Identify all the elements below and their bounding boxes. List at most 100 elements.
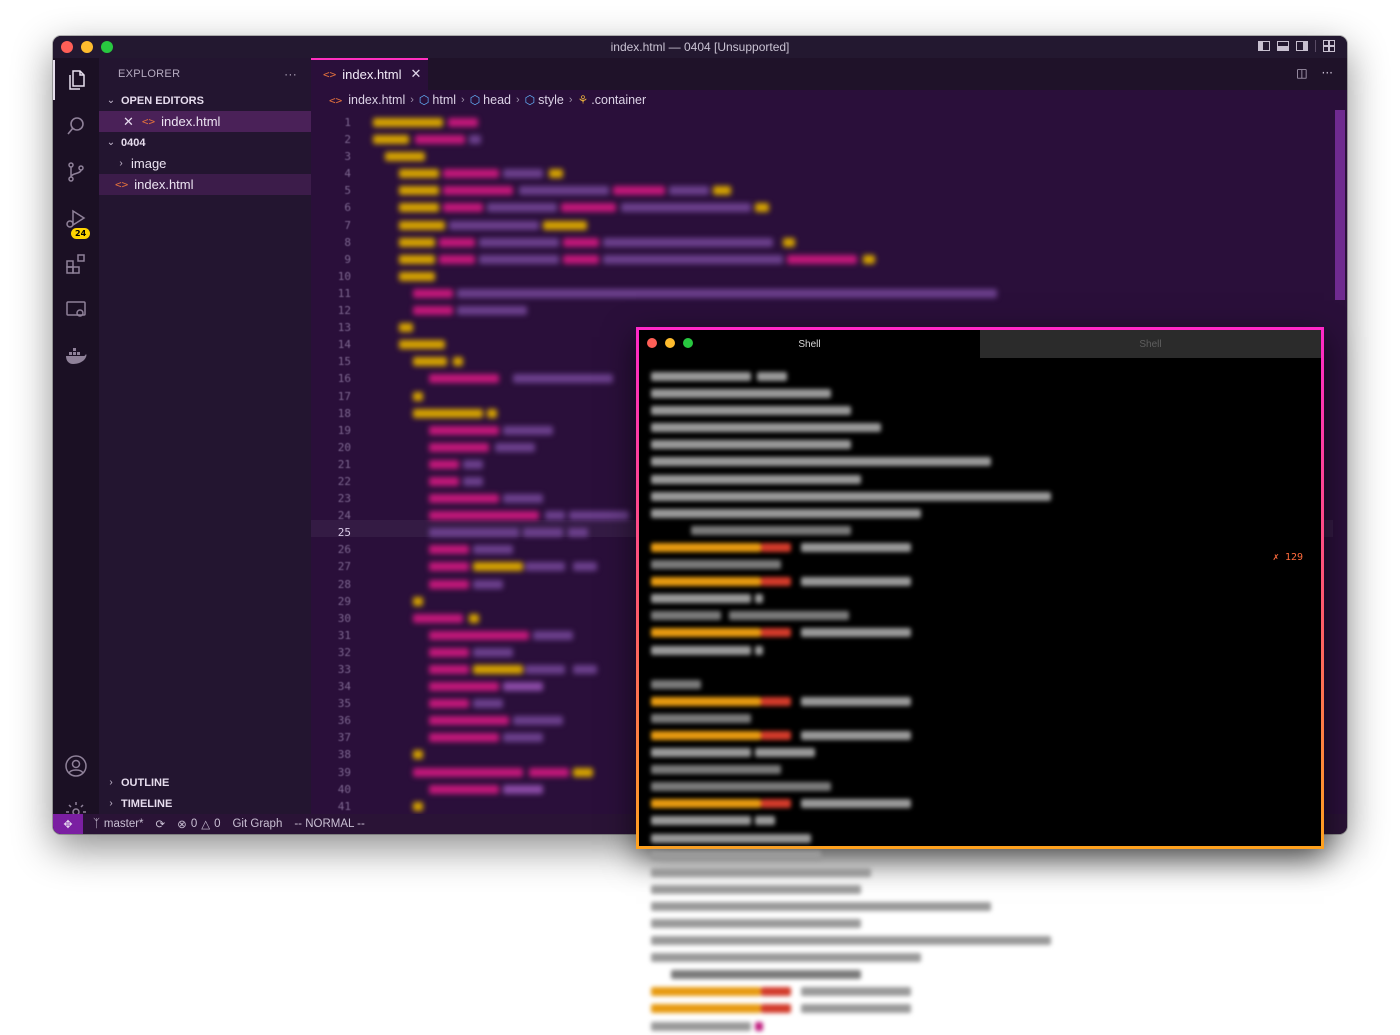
explorer-more-actions-icon[interactable]: ··· bbox=[284, 67, 297, 81]
terminal-line bbox=[651, 898, 1309, 915]
code-token bbox=[713, 186, 731, 196]
code-token bbox=[373, 118, 443, 127]
breadcrumb-item[interactable]: .container bbox=[591, 93, 646, 107]
minimize-window-button[interactable] bbox=[81, 41, 93, 53]
zoom-window-button[interactable] bbox=[101, 41, 113, 53]
code-token bbox=[453, 357, 463, 367]
editor-scrollbar[interactable] bbox=[1335, 110, 1345, 300]
toggle-panel-icon[interactable] bbox=[1277, 41, 1289, 51]
remote-indicator-icon[interactable]: ✥ bbox=[53, 814, 83, 834]
code-token bbox=[533, 630, 573, 640]
code-token bbox=[413, 801, 423, 811]
shell-close-button[interactable] bbox=[647, 338, 657, 348]
line-number: 36 bbox=[337, 714, 351, 728]
shell-zoom-button[interactable] bbox=[683, 338, 693, 348]
shell-tab-inactive[interactable]: Shell bbox=[980, 330, 1321, 358]
breadcrumb-item[interactable]: html bbox=[432, 93, 456, 107]
git-graph-button[interactable]: Git Graph bbox=[232, 818, 282, 830]
terminal-text bbox=[757, 372, 787, 381]
tree-item-image-folder[interactable]: › image bbox=[99, 153, 311, 174]
extensions-icon[interactable] bbox=[53, 244, 99, 284]
problems-indicator[interactable]: ⊗ 0 △ 0 bbox=[177, 817, 220, 831]
terminal-text bbox=[755, 748, 815, 758]
code-token bbox=[429, 459, 459, 469]
tab-index-html[interactable]: <> index.html ✕ bbox=[311, 58, 428, 90]
code-token bbox=[429, 733, 499, 743]
terminal-line bbox=[651, 864, 1309, 881]
terminal-line bbox=[651, 727, 1309, 744]
open-editors-section[interactable]: ⌄ OPEN EDITORS bbox=[99, 90, 311, 111]
terminal-text bbox=[651, 919, 861, 928]
terminal-output[interactable] bbox=[651, 368, 1309, 1031]
breadcrumb-chevron-icon: › bbox=[410, 94, 414, 106]
outline-section[interactable]: › OUTLINE bbox=[99, 772, 311, 793]
open-editor-item[interactable]: ✕ <> index.html bbox=[99, 111, 311, 132]
split-editor-icon[interactable]: ◫ bbox=[1296, 66, 1307, 80]
remote-explorer-icon[interactable] bbox=[53, 290, 99, 330]
code-token bbox=[457, 288, 997, 298]
code-token bbox=[573, 562, 597, 572]
terminal-line bbox=[651, 607, 1309, 624]
breadcrumb-item[interactable]: index.html bbox=[348, 93, 405, 107]
terminal-text bbox=[801, 730, 911, 740]
editor-more-actions-icon[interactable]: ··· bbox=[1322, 66, 1333, 80]
line-number: 13 bbox=[337, 321, 351, 335]
line-number: 22 bbox=[337, 474, 351, 488]
line-number: 38 bbox=[337, 748, 351, 762]
accounts-icon[interactable] bbox=[53, 746, 99, 786]
shell-minimize-button[interactable] bbox=[665, 338, 675, 348]
run-debug-icon[interactable] bbox=[53, 198, 99, 238]
terminal-text bbox=[651, 457, 991, 467]
code-token bbox=[448, 118, 478, 127]
search-icon[interactable] bbox=[53, 106, 99, 146]
code-token bbox=[429, 511, 539, 521]
line-number: 29 bbox=[337, 594, 351, 608]
line-number: 4 bbox=[344, 167, 351, 181]
terminal-line bbox=[651, 710, 1309, 727]
code-token bbox=[429, 562, 469, 572]
breadcrumb-item[interactable]: head bbox=[483, 93, 511, 107]
shell-tab-active[interactable]: Shell bbox=[639, 330, 980, 358]
terminal-line bbox=[651, 436, 1309, 453]
line-number: 33 bbox=[337, 663, 351, 676]
explorer-icon[interactable] bbox=[53, 60, 99, 100]
code-token bbox=[439, 254, 475, 264]
warning-count: 0 bbox=[214, 818, 221, 830]
toggle-sidebar-icon[interactable] bbox=[1258, 41, 1270, 51]
code-token bbox=[463, 459, 483, 469]
code-token bbox=[413, 357, 447, 367]
close-window-button[interactable] bbox=[61, 41, 73, 53]
terminal-line bbox=[651, 830, 1309, 847]
terminal-text bbox=[651, 645, 751, 655]
html-file-icon: <> bbox=[115, 178, 129, 191]
branch-indicator[interactable]: ᛉ master* bbox=[93, 818, 144, 830]
terminal-text bbox=[651, 628, 761, 638]
source-control-icon[interactable] bbox=[53, 152, 99, 192]
terminal-text bbox=[761, 1004, 791, 1014]
breadcrumb-item[interactable]: style bbox=[538, 93, 564, 107]
sync-button[interactable]: ⟳ bbox=[156, 817, 166, 831]
docker-icon[interactable] bbox=[53, 336, 99, 376]
code-token bbox=[543, 220, 587, 230]
code-token bbox=[573, 767, 593, 777]
tree-item-index-html[interactable]: <> index.html bbox=[99, 174, 311, 195]
code-token bbox=[473, 665, 523, 674]
git-graph-label: Git Graph bbox=[232, 818, 283, 830]
timeline-section[interactable]: › TIMELINE bbox=[99, 793, 311, 814]
code-token bbox=[429, 442, 489, 452]
terminal-text bbox=[651, 491, 1051, 501]
close-editor-icon[interactable]: ✕ bbox=[123, 114, 134, 130]
close-tab-icon[interactable]: ✕ bbox=[411, 66, 422, 82]
terminal-line bbox=[651, 812, 1309, 829]
terminal-line bbox=[651, 419, 1309, 436]
code-token bbox=[549, 169, 563, 179]
toggle-secondary-sidebar-icon[interactable] bbox=[1296, 41, 1308, 51]
code-token bbox=[513, 374, 613, 384]
code-token bbox=[429, 579, 469, 589]
sidebar-bottom-sections: › OUTLINE › TIMELINE bbox=[99, 772, 311, 814]
code-token bbox=[457, 306, 527, 316]
customize-layout-icon[interactable] bbox=[1323, 40, 1335, 52]
folder-section[interactable]: ⌄ 0404 bbox=[99, 132, 311, 153]
terminal-text bbox=[651, 474, 861, 484]
